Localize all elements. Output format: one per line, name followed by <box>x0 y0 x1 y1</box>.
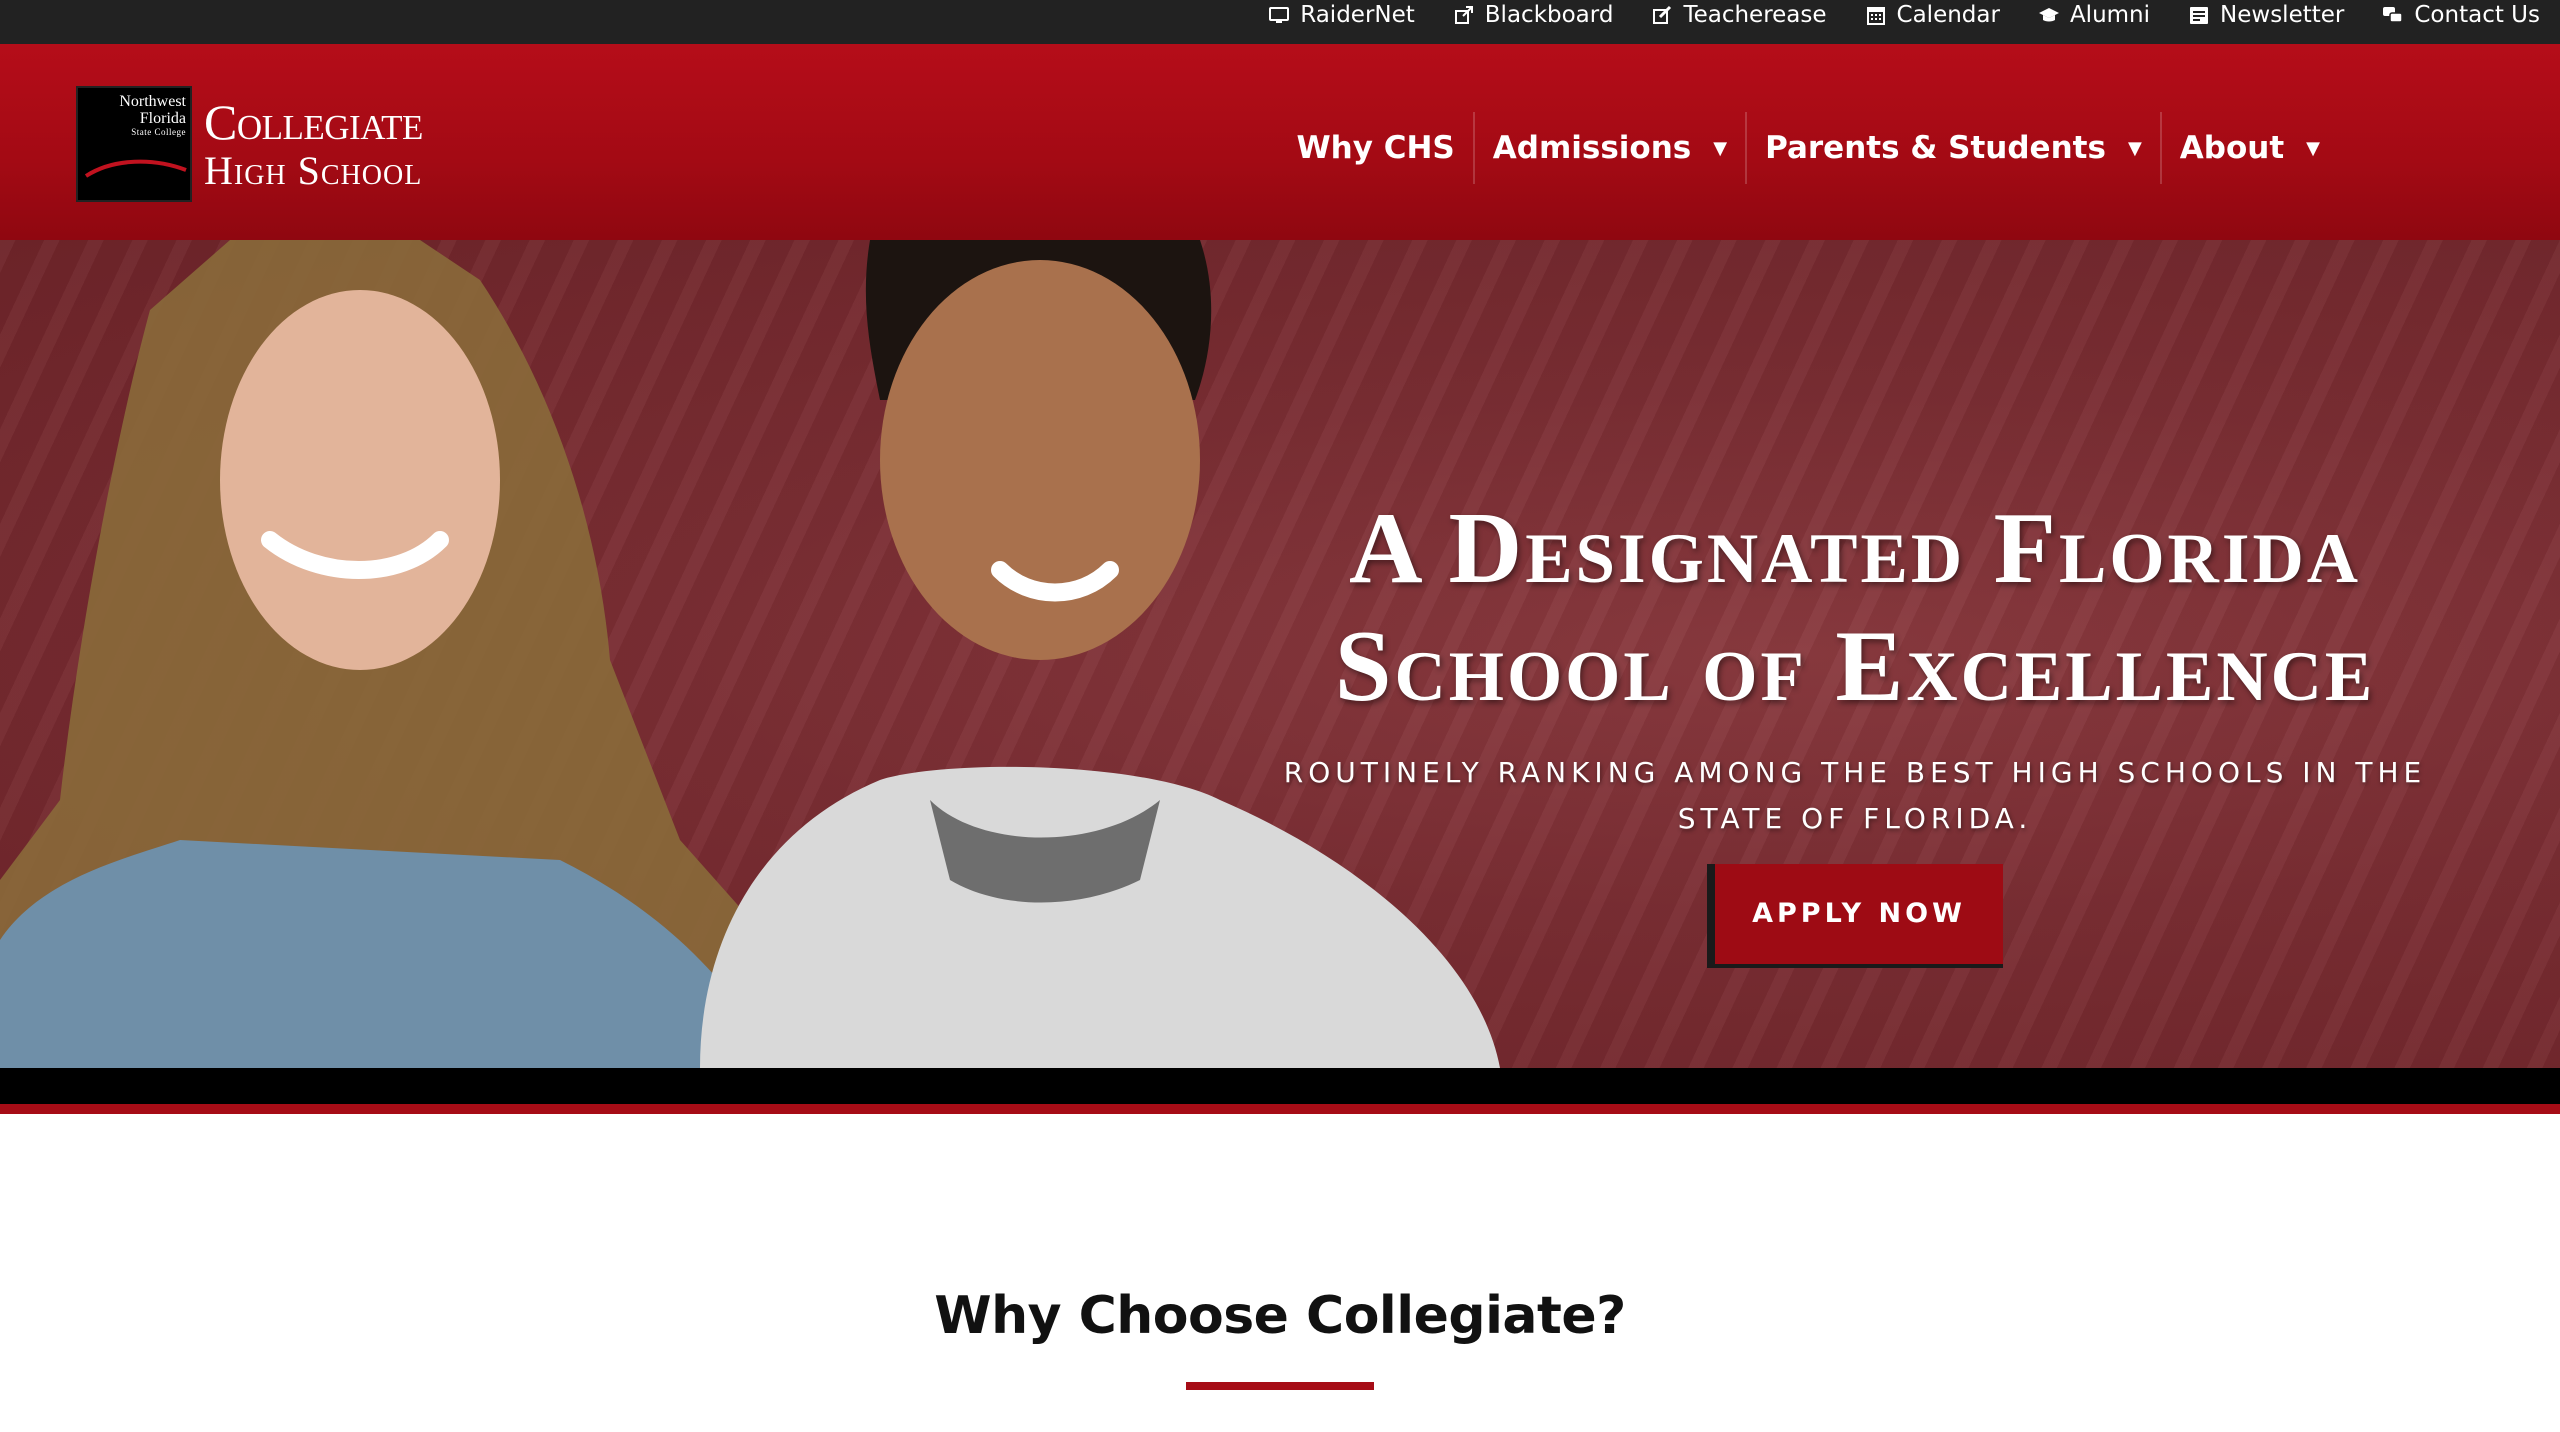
edit-icon <box>1651 4 1673 26</box>
utility-link-label: Teacherease <box>1683 2 1827 28</box>
caret-down-icon: ▼ <box>2127 137 2142 159</box>
seal-line-2: Florida <box>139 109 186 127</box>
graduation-cap-icon <box>2038 4 2060 26</box>
main-nav: Why CHS Admissions ▼ Parents & Students … <box>1278 110 2338 186</box>
utility-link-calendar[interactable]: Calendar <box>1865 2 2000 28</box>
hero-banner: A Designated Florida School of Excellenc… <box>0 240 2560 1068</box>
utility-link-label: Calendar <box>1896 2 2000 28</box>
seal-line-3: State College <box>131 126 186 137</box>
nav-item-admissions[interactable]: Admissions ▼ <box>1475 110 1745 186</box>
hero-title-line-1: A Designated Florida <box>1349 492 2361 605</box>
utility-link-label: Contact Us <box>2414 2 2540 28</box>
nav-item-label: Admissions <box>1492 130 1692 166</box>
section-title-underline <box>1186 1382 1374 1390</box>
hero-content: A Designated Florida School of Excellenc… <box>1270 490 2440 968</box>
nav-item-label: Parents & Students <box>1765 130 2106 166</box>
utility-link-label: Alumni <box>2069 2 2151 28</box>
hero-divider-red <box>0 1104 2560 1114</box>
hero-divider-black <box>0 1068 2560 1104</box>
utility-link-raidernet[interactable]: RaiderNet <box>1268 2 1415 28</box>
utility-link-teacherease[interactable]: Teacherease <box>1651 2 1827 28</box>
utility-link-contact-us[interactable]: Contact Us <box>2382 2 2540 28</box>
nav-item-label: Why CHS <box>1296 130 1455 166</box>
logo-word-high-school: High School <box>204 148 423 193</box>
utility-links: RaiderNet Blackboard Teacherease Calenda… <box>1268 0 2540 30</box>
hero-title-line-2: School of Excellence <box>1334 610 2376 723</box>
site-logo[interactable]: Northwest Florida State College Collegia… <box>76 84 486 204</box>
hero-title: A Designated Florida School of Excellenc… <box>1270 490 2440 726</box>
nav-item-label: About <box>2179 130 2285 166</box>
hero-subtitle: Routinely ranking among the best high sc… <box>1283 756 2427 835</box>
utility-link-label: RaiderNet <box>1300 2 1415 28</box>
apply-now-button[interactable]: Apply Now <box>1707 864 2003 968</box>
monitor-icon <box>1268 4 1290 26</box>
utility-link-label: Newsletter <box>2220 2 2345 28</box>
utility-link-newsletter[interactable]: Newsletter <box>2188 2 2344 28</box>
chat-bubbles-icon <box>2382 4 2404 26</box>
logo-word-collegiate: Collegiate <box>204 94 423 150</box>
utility-link-blackboard[interactable]: Blackboard <box>1453 2 1614 28</box>
utility-link-label: Blackboard <box>1484 2 1614 28</box>
caret-down-icon: ▼ <box>2306 137 2320 159</box>
logo-wordmark: Collegiate High School <box>204 97 423 191</box>
college-seal-logo: Northwest Florida State College <box>76 86 192 202</box>
utility-link-alumni[interactable]: Alumni <box>2038 2 2150 28</box>
utility-bar: RaiderNet Blackboard Teacherease Calenda… <box>0 0 2560 44</box>
calendar-icon <box>1865 4 1887 26</box>
section-title: Why Choose Collegiate? <box>934 1286 1626 1346</box>
caret-down-icon: ▼ <box>1713 137 1728 159</box>
external-link-icon <box>1453 4 1475 26</box>
newsletter-icon <box>2188 4 2210 26</box>
nav-item-about[interactable]: About ▼ <box>2162 110 2338 186</box>
site-header: Northwest Florida State College Collegia… <box>0 44 2560 240</box>
seal-line-1: Northwest <box>119 93 186 110</box>
nav-item-why-chs[interactable]: Why CHS <box>1278 110 1472 186</box>
nav-item-parents-students[interactable]: Parents & Students ▼ <box>1747 110 2160 186</box>
